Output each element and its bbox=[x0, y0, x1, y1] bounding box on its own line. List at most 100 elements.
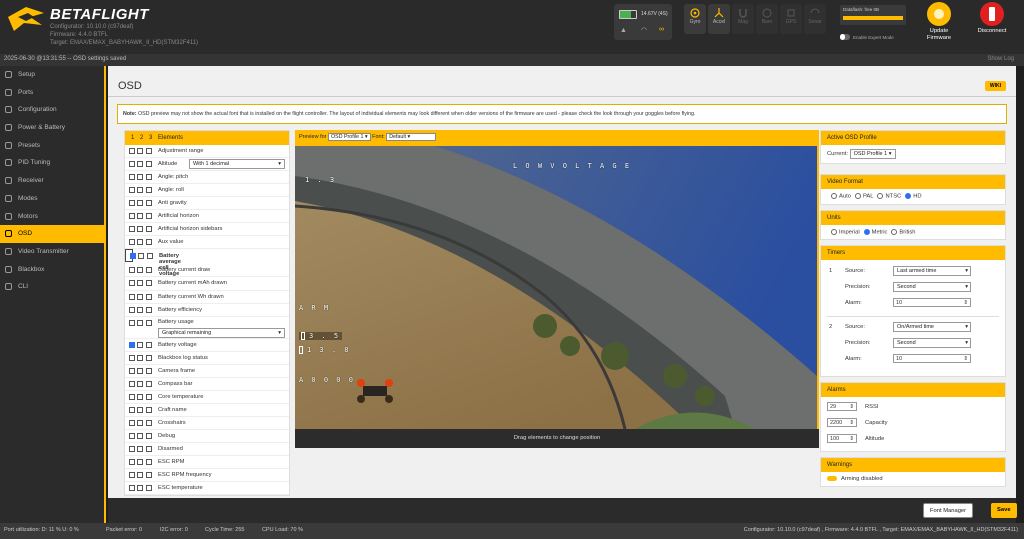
element-checkbox-profile-3[interactable] bbox=[146, 267, 152, 274]
warning-toggle[interactable] bbox=[827, 476, 837, 482]
element-checkbox-profile-3[interactable] bbox=[146, 367, 152, 374]
active-profile-select[interactable]: OSD Profile 1 ▾ bbox=[849, 149, 896, 159]
element-checkbox-profile-3[interactable] bbox=[146, 472, 152, 479]
element-row-battery-voltage[interactable]: Battery voltage bbox=[125, 339, 289, 352]
element-checkbox-profile-1[interactable] bbox=[130, 253, 136, 260]
element-checkbox-profile-2[interactable] bbox=[137, 367, 143, 374]
nav-setup[interactable]: Setup bbox=[0, 66, 104, 84]
element-checkbox-profile-3[interactable] bbox=[146, 354, 152, 361]
nav-video-transmitter[interactable]: Video Transmitter bbox=[0, 243, 104, 261]
osd-low-voltage-warning[interactable]: L O W V O L T A G E bbox=[513, 162, 631, 170]
osd-arm-status[interactable]: A R M bbox=[299, 304, 330, 312]
element-checkbox-profile-2[interactable] bbox=[137, 306, 143, 313]
element-row-crosshairs[interactable]: Crosshairs bbox=[125, 417, 289, 430]
element-checkbox-profile-2[interactable] bbox=[137, 354, 143, 361]
osd-cell-voltage[interactable]: 3 . 5 bbox=[299, 332, 343, 340]
element-checkbox-profile-2[interactable] bbox=[137, 459, 143, 466]
element-checkbox-profile-1[interactable] bbox=[129, 213, 135, 220]
units-radio-imperial[interactable] bbox=[831, 228, 837, 235]
font-manager-button[interactable]: Font Manager bbox=[923, 503, 974, 518]
timer-source-select[interactable]: On/Armed time ▾ bbox=[893, 322, 971, 333]
timer-source-select[interactable]: Last armed time ▾ bbox=[893, 266, 971, 277]
element-row-adjustment-range[interactable]: Adjustment range bbox=[125, 145, 289, 159]
element-checkbox-profile-3[interactable] bbox=[146, 445, 152, 452]
nav-pid-tuning[interactable]: PID Tuning bbox=[0, 154, 104, 172]
alarm-value-input[interactable]: 2200 ⇕ bbox=[827, 418, 857, 428]
expert-mode-toggle[interactable] bbox=[840, 34, 850, 40]
nav-osd[interactable]: OSD bbox=[0, 225, 104, 243]
element-checkbox-profile-1[interactable] bbox=[129, 319, 135, 326]
element-checkbox-profile-2[interactable] bbox=[137, 472, 143, 479]
element-row-battery-usage[interactable]: Battery usage Graphical remaining ▾ bbox=[125, 317, 289, 339]
element-variant-select[interactable]: With 1 decimal ▾ bbox=[189, 159, 285, 170]
element-checkbox-profile-3[interactable] bbox=[146, 380, 152, 387]
element-checkbox-profile-2[interactable] bbox=[138, 253, 144, 260]
element-checkbox-profile-1[interactable] bbox=[129, 226, 135, 233]
element-checkbox-profile-3[interactable] bbox=[146, 213, 152, 220]
element-checkbox-profile-1[interactable] bbox=[129, 161, 135, 168]
element-checkbox-profile-2[interactable] bbox=[137, 380, 143, 387]
osd-preview-image[interactable]: L O W V O L T A G E 1 . 3 A R M 3 . 5 1 … bbox=[295, 146, 817, 429]
units-radio-metric[interactable] bbox=[863, 228, 870, 235]
timer-precision-select[interactable]: Second ▾ bbox=[893, 338, 971, 349]
element-checkbox-profile-1[interactable] bbox=[129, 472, 135, 479]
element-checkbox-profile-3[interactable] bbox=[146, 485, 152, 492]
element-row-altitude[interactable]: Altitude With 1 decimal ▾ bbox=[125, 158, 289, 172]
element-checkbox-profile-3[interactable] bbox=[146, 459, 152, 466]
element-checkbox-profile-2[interactable] bbox=[137, 445, 143, 452]
nav-configuration[interactable]: Configuration bbox=[0, 101, 104, 119]
font-select[interactable]: Default ▾ bbox=[386, 133, 437, 141]
element-row-disarmed[interactable]: Disarmed bbox=[125, 443, 289, 457]
osd-altitude[interactable]: A 0 0 0 0 bbox=[299, 376, 355, 384]
element-checkbox-profile-3[interactable] bbox=[146, 293, 152, 300]
nav-ports[interactable]: Ports bbox=[0, 84, 104, 102]
element-checkbox-profile-3[interactable] bbox=[146, 432, 152, 439]
element-row-esc-rpm-frequency[interactable]: ESC RPM frequency bbox=[125, 469, 289, 483]
element-checkbox-profile-2[interactable] bbox=[137, 200, 143, 207]
element-checkbox-profile-1[interactable] bbox=[129, 306, 135, 313]
osd-battery-voltage[interactable]: 1 3 . 8 bbox=[299, 346, 351, 354]
element-checkbox-profile-1[interactable] bbox=[129, 459, 135, 466]
element-row-battery-average-cell-voltage[interactable]: Battery average cell voltage bbox=[125, 249, 181, 277]
element-variant-select[interactable]: Graphical remaining ▾ bbox=[158, 327, 285, 338]
nav-motors[interactable]: Motors bbox=[0, 208, 104, 226]
element-checkbox-profile-2[interactable] bbox=[137, 280, 143, 287]
element-checkbox-profile-1[interactable] bbox=[129, 148, 135, 154]
element-row-angle-pitch[interactable]: Angle: pitch bbox=[125, 171, 289, 185]
timer-alarm-input[interactable]: 10 ⇕ bbox=[893, 298, 971, 308]
element-checkbox-profile-1[interactable] bbox=[129, 432, 135, 439]
timer-alarm-input[interactable]: 10 ⇕ bbox=[893, 354, 971, 364]
element-checkbox-profile-3[interactable] bbox=[146, 419, 152, 426]
element-checkbox-profile-3[interactable] bbox=[146, 174, 152, 181]
element-row-battery-current-mah-drawn[interactable]: Battery current mAh drawn bbox=[125, 277, 289, 291]
element-checkbox-profile-1[interactable] bbox=[129, 367, 135, 374]
alarm-value-input[interactable]: 100 ⇕ bbox=[827, 434, 857, 444]
element-checkbox-profile-2[interactable] bbox=[137, 174, 143, 181]
element-checkbox-profile-2[interactable] bbox=[137, 341, 143, 348]
units-radio-british[interactable] bbox=[891, 228, 898, 235]
element-checkbox-profile-1[interactable] bbox=[129, 341, 135, 348]
element-row-battery-current-draw[interactable]: Battery current draw bbox=[125, 264, 289, 278]
element-row-battery-current-wh-drawn[interactable]: Battery current Wh drawn bbox=[125, 291, 289, 304]
element-row-artificial-horizon[interactable]: Artificial horizon bbox=[125, 210, 289, 224]
alarm-value-input[interactable]: 29 ⇕ bbox=[827, 402, 857, 412]
element-row-battery-efficiency[interactable]: Battery efficiency bbox=[125, 304, 289, 317]
video-format-radio-ntsc[interactable] bbox=[877, 193, 884, 199]
element-checkbox-profile-3[interactable] bbox=[146, 200, 152, 207]
element-checkbox-profile-1[interactable] bbox=[129, 174, 135, 181]
element-row-debug[interactable]: Debug bbox=[125, 430, 289, 443]
disconnect-button[interactable]: Disconnect bbox=[970, 2, 1014, 50]
nav-blackbox[interactable]: Blackbox bbox=[0, 261, 104, 279]
element-checkbox-profile-2[interactable] bbox=[137, 213, 143, 220]
video-format-radio-hd[interactable] bbox=[905, 193, 912, 199]
element-row-esc-temperature[interactable]: ESC temperature bbox=[125, 482, 289, 495]
element-checkbox-profile-1[interactable] bbox=[129, 354, 135, 361]
update-firmware-button[interactable]: Update Firmware bbox=[918, 2, 960, 50]
element-checkbox-profile-2[interactable] bbox=[137, 293, 143, 300]
element-row-esc-rpm[interactable]: ESC RPM bbox=[125, 456, 289, 470]
element-row-anti-gravity[interactable]: Anti gravity bbox=[125, 197, 289, 211]
element-checkbox-profile-2[interactable] bbox=[137, 187, 143, 194]
element-checkbox-profile-3[interactable] bbox=[146, 393, 152, 400]
nav-receiver[interactable]: Receiver bbox=[0, 172, 104, 190]
element-row-aux-value[interactable]: Aux value bbox=[125, 236, 289, 250]
